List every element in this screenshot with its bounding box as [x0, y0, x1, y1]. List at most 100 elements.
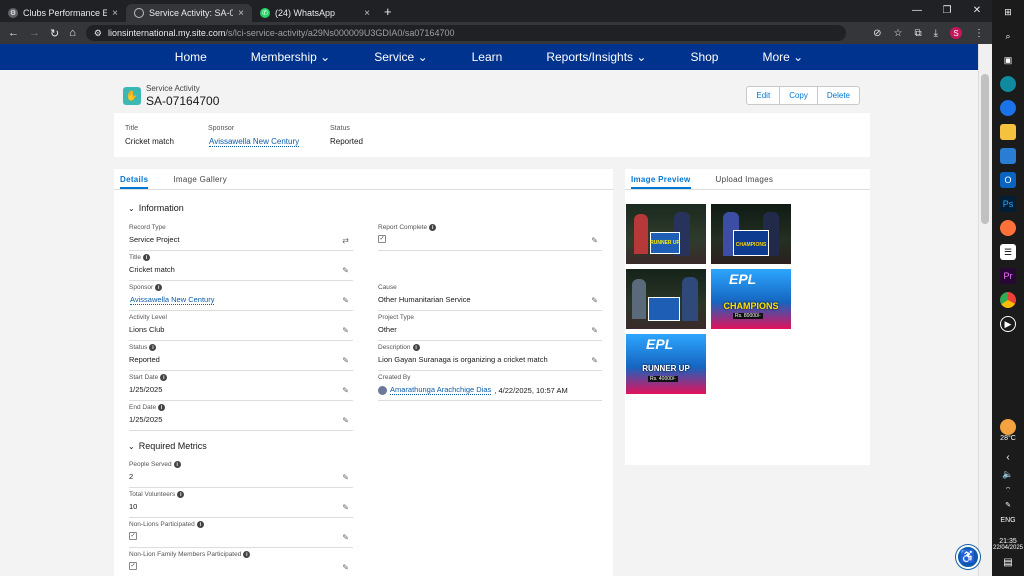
copy-button[interactable]: Copy — [779, 87, 817, 104]
edit-pencil-icon[interactable]: ✎ — [342, 473, 349, 482]
edit-pencil-icon[interactable]: ✎ — [591, 296, 598, 305]
windows-start-icon[interactable]: ⊞ — [1000, 4, 1016, 20]
gallery-image-3[interactable] — [626, 269, 706, 329]
edit-pencil-icon[interactable]: ✎ — [342, 326, 349, 335]
browser-tab-clubs[interactable]: ⚙ Clubs Performance Evaluation D × — [0, 4, 126, 22]
section-information[interactable]: ⌄ Information — [128, 203, 184, 213]
chrome-icon[interactable] — [1000, 292, 1016, 308]
wifi-icon[interactable]: ⌔ — [1005, 486, 1012, 495]
scrollbar-thumb[interactable] — [981, 74, 989, 224]
home-icon[interactable]: ⌂ — [69, 27, 76, 39]
search-icon[interactable]: ⌕ — [1000, 28, 1016, 44]
language-indicator[interactable]: ENG — [1000, 517, 1015, 524]
task-view-icon[interactable]: ▣ — [1000, 52, 1016, 68]
info-icon[interactable]: i — [158, 404, 166, 411]
edit-pencil-icon[interactable]: ✎ — [342, 296, 349, 305]
tab-upload-images[interactable]: Upload Images — [716, 169, 774, 189]
nav-membership[interactable]: Membership ⌄ — [229, 50, 352, 64]
info-icon[interactable]: i — [429, 224, 437, 231]
calendar-icon[interactable] — [1000, 148, 1016, 164]
edge-dev-icon[interactable] — [1000, 100, 1016, 116]
edit-pencil-icon[interactable]: ✎ — [591, 356, 598, 365]
outlook-icon[interactable]: O — [1000, 172, 1016, 188]
download-icon[interactable]: ⤓ — [934, 28, 938, 39]
edit-button[interactable]: Edit — [747, 87, 779, 104]
browser-tab-service-activity[interactable]: Service Activity: SA-07164700 × — [126, 4, 252, 22]
nav-learn[interactable]: Learn — [450, 50, 525, 64]
info-icon[interactable]: i — [143, 254, 151, 261]
close-window-icon[interactable]: ✕ — [962, 0, 992, 22]
browser-tab-whatsapp[interactable]: ✆ (24) WhatsApp × — [252, 4, 378, 22]
bookmark-star-icon[interactable]: ☆ — [893, 28, 902, 39]
section-required-metrics[interactable]: ⌄ Required Metrics — [128, 441, 207, 451]
info-icon[interactable]: i — [243, 551, 251, 558]
accessibility-icon[interactable]: ♿ — [956, 545, 980, 569]
media-player-icon[interactable]: ▶ — [1000, 316, 1016, 332]
edit-pencil-icon[interactable]: ✎ — [591, 236, 598, 245]
edit-pencil-icon[interactable]: ✎ — [342, 386, 349, 395]
gallery-image-runner-up-poster[interactable]: EPL RUNNER UP Rs. 40000/- — [626, 334, 706, 394]
sponsor-link[interactable]: Avissawella New Century — [130, 295, 215, 305]
edit-pencil-icon[interactable]: ✎ — [342, 266, 349, 275]
premiere-icon[interactable]: Pr — [1000, 268, 1016, 284]
gallery-image-champions-poster[interactable]: EPL CHAMPIONS Rs. 80000/- — [711, 269, 791, 329]
app-icon[interactable]: ☰ — [1000, 244, 1016, 260]
speaker-icon[interactable]: 🔈 — [1002, 469, 1013, 480]
nav-service[interactable]: Service ⌄ — [352, 50, 449, 64]
edge-icon[interactable] — [1000, 76, 1016, 92]
delete-button[interactable]: Delete — [816, 87, 859, 104]
gallery-image-1[interactable]: RUNNER UP — [626, 204, 706, 264]
restore-icon[interactable]: ❐ — [932, 0, 962, 22]
info-icon[interactable]: i — [155, 284, 163, 291]
clock-time[interactable]: 21:35 — [999, 538, 1017, 545]
info-icon[interactable]: i — [173, 461, 181, 468]
site-info-icon[interactable]: ⚙ — [94, 28, 102, 39]
nav-more[interactable]: More ⌄ — [740, 50, 825, 64]
edit-pencil-icon[interactable]: ✎ — [342, 533, 349, 542]
edit-pencil-icon[interactable]: ✎ — [342, 563, 349, 572]
close-tab-icon[interactable]: × — [238, 8, 244, 19]
reload-icon[interactable]: ↻ — [50, 27, 59, 40]
new-tab-icon[interactable]: + — [384, 4, 392, 19]
highlight-status-label: Status — [330, 125, 350, 132]
created-by-link[interactable]: Amarathunga Arachchige Dias — [390, 385, 492, 395]
eye-off-icon[interactable]: ⊘ — [873, 28, 881, 39]
pen-icon[interactable]: ✎ — [1005, 501, 1011, 509]
tab-image-gallery[interactable]: Image Gallery — [173, 169, 227, 189]
window-controls: — ❐ ✕ — [902, 0, 992, 22]
notification-icon[interactable]: ▤ — [1003, 557, 1012, 568]
whatsapp-icon: ✆ — [260, 8, 270, 18]
photoshop-icon[interactable]: Ps — [1000, 196, 1016, 212]
extensions-icon[interactable]: ⧉ — [914, 28, 921, 39]
minimize-icon[interactable]: — — [902, 0, 932, 22]
menu-icon[interactable]: ⋮ — [974, 28, 984, 39]
gallery-image-2[interactable]: CHAMPIONS — [711, 204, 791, 264]
back-icon[interactable]: ← — [8, 27, 19, 39]
edit-pencil-icon[interactable]: ✎ — [342, 356, 349, 365]
info-icon[interactable]: i — [412, 344, 420, 351]
info-icon[interactable]: i — [196, 521, 204, 528]
clock-date[interactable]: 22/04/2025 — [993, 545, 1023, 551]
highlight-sponsor-link[interactable]: Avissawella New Century — [209, 137, 300, 147]
nav-shop[interactable]: Shop — [668, 50, 740, 64]
tab-details[interactable]: Details — [120, 169, 149, 189]
forward-icon[interactable]: → — [29, 27, 40, 39]
chevron-left-icon[interactable]: ‹ — [1006, 452, 1009, 463]
url-field[interactable]: ⚙ lionsinternational.my.site.com/s/lci-s… — [85, 25, 846, 41]
edit-pencil-icon[interactable]: ✎ — [342, 416, 349, 425]
weather-icon[interactable] — [1000, 419, 1016, 435]
tab-image-preview[interactable]: Image Preview — [631, 169, 691, 189]
info-icon[interactable]: i — [160, 374, 168, 381]
close-tab-icon[interactable]: × — [112, 8, 118, 19]
nav-home[interactable]: Home — [153, 50, 229, 64]
firefox-icon[interactable] — [1000, 220, 1016, 236]
nav-reports[interactable]: Reports/Insights ⌄ — [524, 50, 668, 64]
file-explorer-icon[interactable] — [1000, 124, 1016, 140]
profile-avatar[interactable]: S — [950, 27, 962, 39]
change-record-type-icon[interactable]: ⇄ — [342, 236, 349, 245]
edit-pencil-icon[interactable]: ✎ — [342, 503, 349, 512]
edit-pencil-icon[interactable]: ✎ — [591, 326, 598, 335]
close-tab-icon[interactable]: × — [364, 8, 370, 19]
info-icon[interactable]: i — [149, 344, 157, 351]
info-icon[interactable]: i — [177, 491, 185, 498]
